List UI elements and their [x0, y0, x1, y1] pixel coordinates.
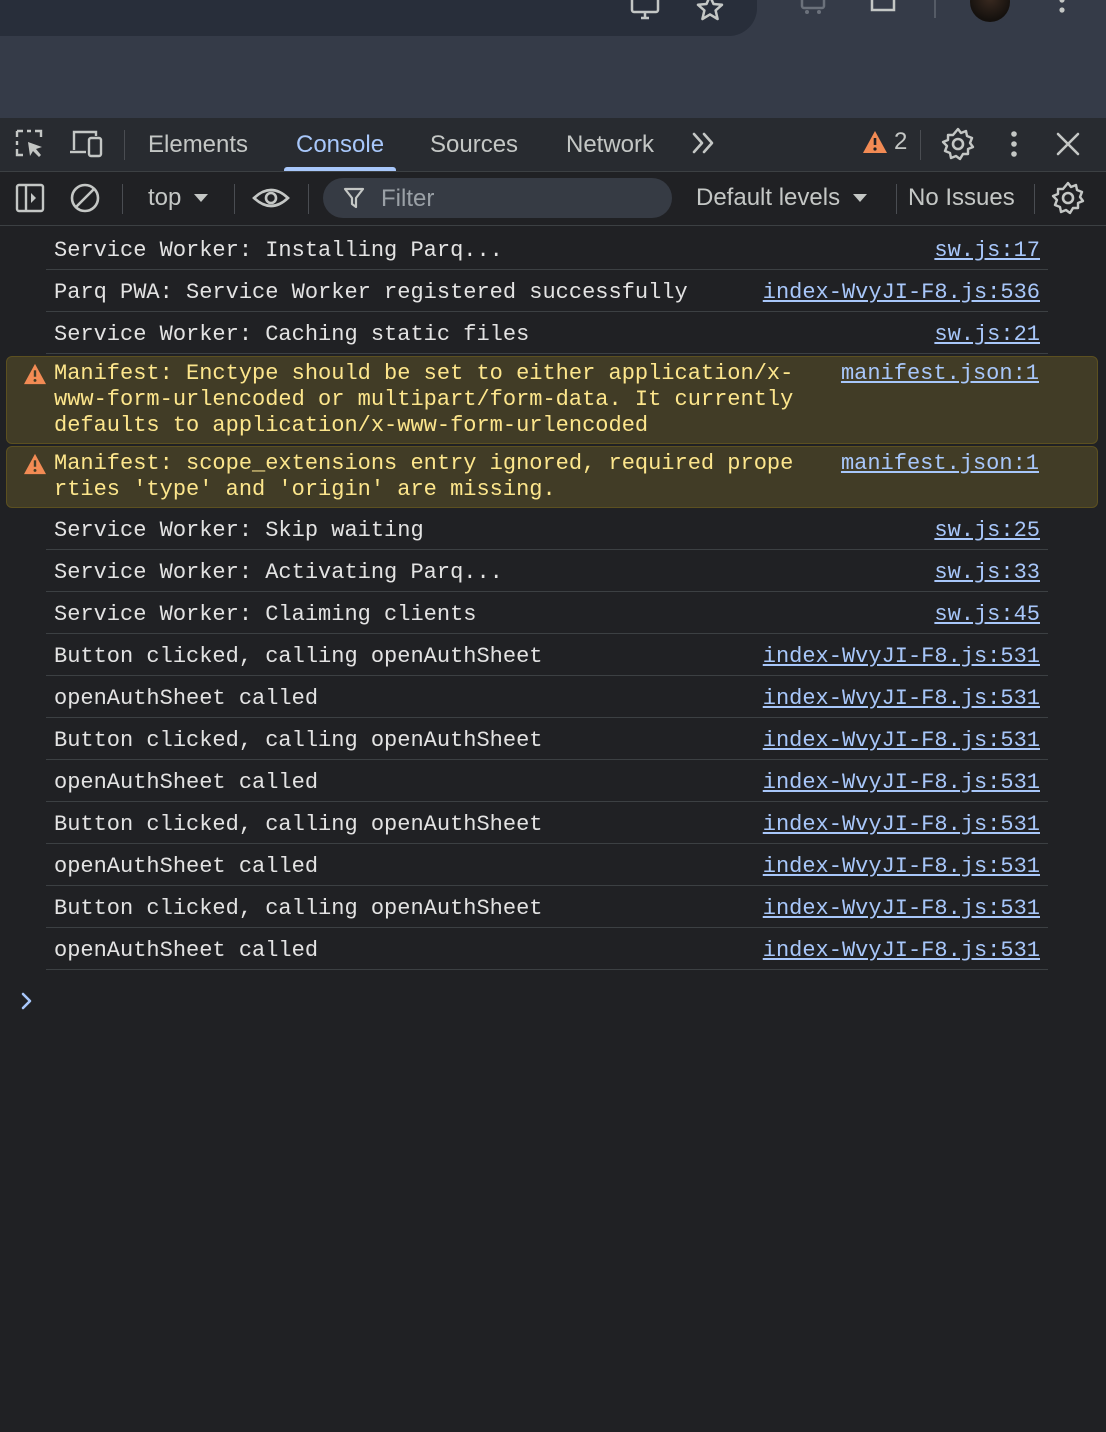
message-text: Button clicked, calling openAuthSheet	[54, 896, 543, 921]
message-text: openAuthSheet called	[54, 686, 319, 711]
extensions-puzzle-icon[interactable]	[868, 0, 898, 24]
console-log-message: Service Worker: Claiming clients sw.js:45	[0, 592, 1106, 634]
message-text: Service Worker: Caching static files	[54, 322, 530, 347]
source-link[interactable]: index-WvyJI-F8.js:531	[763, 644, 1040, 670]
console-warning-message: Manifest: Enctype should be set to eithe…	[6, 356, 1098, 444]
toolbar-divider	[122, 184, 123, 214]
console-log-message: Parq PWA: Service Worker registered succ…	[0, 270, 1106, 312]
active-tab-indicator	[284, 167, 397, 171]
filter-input[interactable]	[379, 182, 663, 216]
profile-avatar[interactable]	[970, 0, 1010, 22]
close-devtools-icon[interactable]	[1052, 128, 1084, 160]
console-log-message: Button clicked, calling openAuthSheet ind…	[0, 886, 1106, 928]
console-warning-message: Manifest: scope_extensions entry ignored…	[6, 446, 1098, 508]
context-selector[interactable]: top	[148, 184, 209, 212]
message-text: Service Worker: Claiming clients	[54, 602, 477, 627]
message-text: Service Worker: Activating Parq...	[54, 560, 503, 585]
message-text: Button clicked, calling openAuthSheet	[54, 812, 543, 837]
source-link[interactable]: index-WvyJI-F8.js:531	[763, 728, 1040, 754]
more-tabs-chevron-icon[interactable]	[688, 130, 720, 158]
warning-triangle-icon	[24, 363, 46, 385]
console-messages: Service Worker: Installing Parq... sw.js:…	[0, 228, 1106, 970]
source-link[interactable]: index-WvyJI-F8.js:536	[763, 280, 1040, 306]
issues-button[interactable]: No Issues	[908, 184, 1015, 212]
source-link[interactable]: index-WvyJI-F8.js:531	[763, 938, 1040, 964]
tab-sources[interactable]: Sources	[430, 130, 518, 171]
source-link[interactable]: manifest.json:1	[841, 361, 1039, 387]
source-link[interactable]: sw.js:33	[934, 560, 1040, 586]
console-log-message: Service Worker: Installing Parq... sw.js:…	[0, 228, 1106, 270]
source-link[interactable]: index-WvyJI-F8.js:531	[763, 770, 1040, 796]
console-log-message: Button clicked, calling openAuthSheet ind…	[0, 718, 1106, 760]
console-log-message: openAuthSheet called index-WvyJI-F8.js:53…	[0, 760, 1106, 802]
cart-icon[interactable]	[798, 0, 828, 24]
browser-chrome	[0, 0, 1106, 118]
install-app-icon[interactable]	[630, 0, 660, 24]
settings-gear-icon[interactable]	[940, 126, 976, 162]
console-settings-gear-icon[interactable]	[1050, 180, 1086, 216]
tab-console[interactable]: Console	[284, 130, 397, 171]
warning-triangle-icon	[24, 453, 46, 475]
bookmark-star-icon[interactable]	[695, 0, 725, 24]
message-text: Button clicked, calling openAuthSheet	[54, 644, 543, 669]
toolbar-divider	[308, 184, 309, 214]
tab-divider	[920, 130, 921, 160]
chrome-divider	[934, 0, 936, 18]
live-expression-eye-icon[interactable]	[252, 184, 290, 212]
tab-network[interactable]: Network	[566, 130, 654, 171]
warnings-count: 2	[894, 128, 908, 155]
source-link[interactable]: sw.js:45	[934, 602, 1040, 628]
issues-label: No Issues	[908, 184, 1015, 211]
message-text: openAuthSheet called	[54, 854, 319, 879]
inspect-element-icon[interactable]	[14, 128, 46, 160]
toolbar-divider	[896, 184, 897, 214]
toolbar-divider	[1034, 184, 1035, 214]
warnings-counter[interactable]: 2	[862, 128, 907, 156]
warning-triangle-icon	[863, 131, 887, 153]
console-toolbar: top Default levels No Issues	[0, 172, 1106, 226]
log-levels-label: Default levels	[696, 184, 841, 211]
console-log-message: Service Worker: Caching static files sw.j…	[0, 312, 1106, 354]
prompt-chevron-icon	[21, 992, 32, 1010]
message-text: Button clicked, calling openAuthSheet	[54, 728, 543, 753]
console-log-message: openAuthSheet called index-WvyJI-F8.js:53…	[0, 676, 1106, 718]
dropdown-arrow-icon	[853, 194, 868, 202]
source-link[interactable]: sw.js:17	[934, 238, 1040, 264]
sidebar-toggle-icon[interactable]	[14, 182, 46, 214]
devtools-menu-icon[interactable]	[1000, 126, 1028, 162]
source-link[interactable]: manifest.json:1	[841, 451, 1039, 477]
filter-funnel-icon	[343, 187, 365, 209]
message-text: openAuthSheet called	[54, 770, 319, 795]
context-value: top	[148, 184, 182, 211]
source-link[interactable]: index-WvyJI-F8.js:531	[763, 854, 1040, 880]
message-text: Service Worker: Installing Parq...	[54, 238, 503, 263]
source-link[interactable]: sw.js:21	[934, 322, 1040, 348]
message-text: Service Worker: Skip waiting	[54, 518, 424, 543]
console-log-message: Button clicked, calling openAuthSheet ind…	[0, 634, 1106, 676]
address-bar[interactable]	[0, 0, 757, 36]
message-text: Parq PWA: Service Worker registered succ…	[54, 280, 688, 305]
chrome-menu-icon[interactable]	[1047, 0, 1077, 24]
source-link[interactable]: index-WvyJI-F8.js:531	[763, 896, 1040, 922]
console-log-message: openAuthSheet called index-WvyJI-F8.js:53…	[0, 844, 1106, 886]
console-prompt[interactable]	[20, 990, 34, 1017]
clear-console-icon[interactable]	[68, 181, 102, 215]
console-log-message: Service Worker: Activating Parq... sw.js:…	[0, 550, 1106, 592]
tab-elements[interactable]: Elements	[148, 130, 248, 171]
message-text: openAuthSheet called	[54, 938, 319, 963]
source-link[interactable]: index-WvyJI-F8.js:531	[763, 812, 1040, 838]
log-levels-dropdown[interactable]: Default levels	[696, 184, 868, 212]
tab-divider	[124, 130, 125, 160]
filter-box[interactable]	[323, 178, 672, 218]
console-log-message: Service Worker: Skip waiting sw.js:25	[0, 508, 1106, 550]
toolbar-divider	[234, 184, 235, 214]
console-log-message: openAuthSheet called index-WvyJI-F8.js:53…	[0, 928, 1106, 970]
device-toolbar-icon[interactable]	[68, 128, 104, 160]
dropdown-arrow-icon	[194, 194, 209, 202]
source-link[interactable]: sw.js:25	[934, 518, 1040, 544]
console-log-message: Button clicked, calling openAuthSheet ind…	[0, 802, 1106, 844]
source-link[interactable]: index-WvyJI-F8.js:531	[763, 686, 1040, 712]
devtools-tab-bar: Elements Console Sources Network	[0, 118, 1106, 172]
